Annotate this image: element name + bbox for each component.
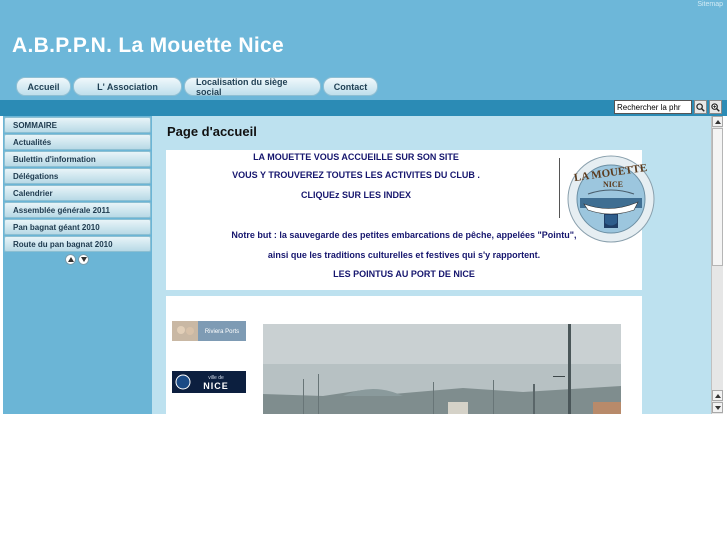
header: Sitemap A.B.P.P.N. La Mouette Nice Accue…: [0, 0, 727, 100]
sidebar-item-assemblee[interactable]: Assemblée générale 2011: [4, 202, 151, 218]
sidebar-item-sommaire[interactable]: SOMMAIRE: [4, 117, 151, 133]
la-mouette-logo: LA MOUETTE NICE: [566, 154, 656, 249]
riviera-ad-text: Riviera Ports: [205, 329, 239, 335]
sidebar-scroll-controls: [65, 254, 89, 265]
harbor-photo-graphic: [263, 324, 621, 414]
sidebar-scroll-up-button[interactable]: [65, 254, 76, 265]
goal-line: ainsi que les traditions culturelles et …: [267, 250, 541, 260]
page: Sitemap A.B.P.P.N. La Mouette Nice Accue…: [0, 0, 727, 545]
nav-localisation-button[interactable]: Localisation du siège social: [184, 77, 321, 97]
main-content: Page d'accueil LA MOUETTE VOUS ACCUEILLE…: [152, 116, 711, 414]
arrow-up-icon: [67, 257, 74, 262]
ville-de-nice-banner: ville de NICE: [172, 371, 246, 393]
arrow-up-icon: [714, 119, 721, 124]
zoom-search-icon: [711, 102, 720, 112]
riviera-ports-banner: Riviera Ports: [172, 321, 246, 341]
harbor-photo: [263, 324, 621, 414]
arrow-up-icon: [714, 393, 721, 398]
search-input[interactable]: [614, 100, 692, 114]
scroll-down-button[interactable]: [712, 402, 723, 413]
search-button[interactable]: [694, 100, 707, 114]
media-panel: Riviera Ports ville de NICE: [166, 296, 642, 414]
scroll-up-button-lower[interactable]: [712, 390, 723, 401]
nav-contact-button[interactable]: Contact: [323, 77, 378, 96]
welcome-line: LA MOUETTE VOUS ACCUEILLE SUR SON SITE: [253, 152, 459, 162]
arrow-down-icon: [714, 405, 721, 410]
sidebar: SOMMAIRE Actualités Bulettin d'informati…: [3, 116, 152, 414]
nice-ad-text: NICE: [203, 381, 229, 391]
nav-accueil-button[interactable]: Accueil: [16, 77, 71, 96]
riviera-ports-ad[interactable]: Riviera Ports: [172, 321, 246, 341]
main-nav: Accueil L' Association Localisation du s…: [16, 77, 380, 97]
sidebar-item-actualites[interactable]: Actualités: [4, 134, 151, 150]
logo-subtext: NICE: [603, 180, 623, 189]
sidebar-item-pan-bagnat-geant[interactable]: Pan bagnat géant 2010: [4, 219, 151, 235]
sidebar-item-bulletin[interactable]: Bulettin d'information: [4, 151, 151, 167]
vertical-scrollbar[interactable]: [711, 116, 723, 414]
welcome-line: CLIQUEz SUR LES INDEX: [300, 190, 411, 200]
sidebar-item-route-pan-bagnat[interactable]: Route du pan bagnat 2010: [4, 236, 151, 252]
site-title: A.B.P.P.N. La Mouette Nice: [12, 34, 284, 57]
search-icon: [696, 102, 705, 112]
sidebar-scroll-down-button[interactable]: [78, 254, 89, 265]
sidebar-item-calendrier[interactable]: Calendrier: [4, 185, 151, 201]
page-title: Page d'accueil: [167, 124, 257, 139]
logo-graphic: LA MOUETTE NICE: [567, 155, 655, 243]
scrollbar-thumb[interactable]: [712, 128, 723, 266]
welcome-panel: LA MOUETTE VOUS ACCUEILLE SUR SON SITE V…: [166, 150, 655, 290]
scroll-up-button[interactable]: [712, 116, 723, 127]
sidebar-item-delegations[interactable]: Délégations: [4, 168, 151, 184]
nav-association-button[interactable]: L' Association: [73, 77, 182, 96]
sitemap-link[interactable]: Sitemap: [697, 1, 723, 8]
arrow-down-icon: [80, 257, 87, 262]
divider: [559, 158, 560, 218]
advanced-search-button[interactable]: [709, 100, 722, 114]
ville-de-nice-ad[interactable]: ville de NICE: [172, 371, 246, 393]
welcome-line: VOUS Y TROUVEREZ TOUTES LES ACTIVITES DU…: [232, 170, 480, 180]
goal-line: LES POINTUS AU PORT DE NICE: [333, 269, 475, 279]
